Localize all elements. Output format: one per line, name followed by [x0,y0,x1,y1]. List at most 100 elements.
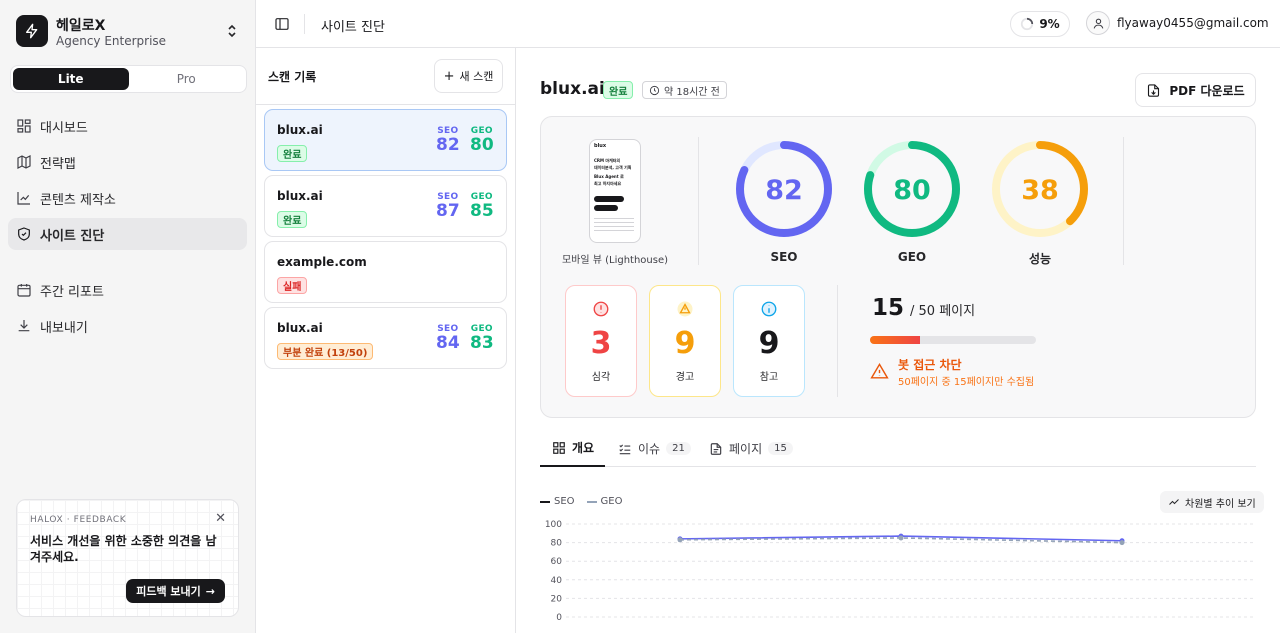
preview-button [594,205,618,211]
sidebar-item-dashboard[interactable]: 대시보드 [8,110,247,142]
seo-score-ring: 82 [736,141,832,237]
tab-overview[interactable]: 개요 [540,430,605,467]
arrow-right-icon: → [205,584,215,598]
shield-icon [18,227,30,241]
pages-progress: 15 / 50 페이지 [872,295,975,321]
divider [304,14,305,34]
sidebar-item-label: 콘텐츠 제작소 [40,192,116,208]
warning-triangle-icon [870,362,889,379]
user-email: flyaway0455@gmail.com [1117,16,1269,30]
info-label: 참고 [759,372,779,383]
sidebar-item-strategy-map[interactable]: 전략맵 [8,146,247,178]
send-feedback-button[interactable]: 피드백 보내기 → [126,579,225,603]
pages-progress-bar [870,336,1036,344]
seo-value: 84 [436,333,460,353]
warning-label: 경고 [675,372,695,383]
critical-issues-card[interactable]: 3 심각 [565,285,637,397]
preview-line: Blux Agent 로 [594,174,624,179]
scan-card[interactable]: blux.ai 부분 완료 (13/50) SEO 84 GEO 83 [264,307,507,369]
grid-icon [553,441,565,454]
legend-swatch-seo [540,500,550,503]
scan-history-title: 스캔 기록 [268,70,317,84]
info-count: 9 [758,326,780,361]
sidebar-item-export[interactable]: 내보내기 [8,310,247,342]
data-point-geo[interactable] [1119,540,1125,546]
scan-card[interactable]: blux.ai 완료 SEO 82 GEO 80 [264,109,507,171]
progress-pill[interactable]: 9% [1010,11,1070,37]
data-point-geo[interactable] [677,537,683,543]
seo-value: 87 [436,201,460,221]
critical-label: 심각 [591,372,611,383]
tab-pages-count: 15 [768,442,793,455]
preview-line: 데이터분석, 고객 기획 [594,165,632,170]
critical-count: 3 [590,326,612,361]
data-point-geo[interactable] [898,535,904,541]
dimension-trend-button[interactable]: 차원별 추이 보기 [1160,491,1264,513]
status-badge: 완료 [277,211,308,228]
preview-line: 최고 하지마세요 [594,181,622,186]
info-issues-card[interactable]: 9 참고 [733,285,805,397]
geo-score: GEO 80 [470,126,494,155]
divider [1123,137,1124,265]
y-tick-label: 40 [551,576,563,586]
y-tick-label: 20 [551,594,563,604]
legend-geo: GEO [600,496,623,507]
scan-card[interactable]: example.com 실패 [264,241,507,303]
geo-value: 83 [470,333,494,353]
mobile-preview[interactable]: blux CRM 마케터의 데이터분석, 고객 기획 Blux Agent 로 … [589,139,641,243]
user-icon [1086,11,1110,35]
summary-panel: blux CRM 마케터의 데이터분석, 고객 기획 Blux Agent 로 … [540,116,1256,418]
warning-issues-card[interactable]: 9 경고 [649,285,721,397]
download-icon [18,320,30,332]
pdf-download-button[interactable]: PDF 다운로드 [1135,73,1256,107]
mode-pro[interactable]: Pro [129,68,245,90]
spinner-icon [1021,17,1034,31]
tab-issues[interactable]: 이슈 21 [618,430,691,467]
sidebar-item-label: 대시보드 [40,120,88,136]
mode-lite[interactable]: Lite [13,68,129,90]
y-tick-label: 0 [556,613,562,623]
sidebar-item-label: 사이트 진단 [40,228,105,244]
bot-block-warning-title: 봇 접근 차단 [898,358,962,372]
tab-pages[interactable]: 페이지 15 [709,430,793,467]
new-scan-label: 새 스캔 [459,70,494,83]
legend-seo: SEO [554,496,575,507]
seo-score-value: 82 [765,175,803,206]
new-scan-button[interactable]: + 새 스캔 [434,59,503,93]
map-icon [17,155,31,169]
feedback-card: HALOX · FEEDBACK ✕ 서비스 개선을 위한 소중한 의견을 남겨… [16,499,239,617]
status-badge: 완료 [277,145,308,162]
calendar-icon [17,284,31,297]
sidebar-toggle-icon[interactable] [274,16,290,32]
brand-plan: Agency Enterprise [56,34,167,48]
page-title: 사이트 진단 [321,20,385,35]
status-badge: 실패 [277,277,308,294]
sidebar-item-site-diagnosis[interactable]: 사이트 진단 [8,218,247,250]
scan-detail: blux.ai 완료 약 18시간 전 PDF 다운로드 blux CRM 마케… [516,48,1280,633]
pages-total: / 50 페이지 [910,304,976,319]
scan-domain: blux.ai [277,321,323,335]
workspace-switcher[interactable]: 헤일로X Agency Enterprise [16,15,248,49]
detail-tabs: 개요 이슈 21 페이지 15 [540,430,1256,467]
close-icon[interactable]: ✕ [215,511,226,526]
score-trend-chart: 100 80 60 40 20 0 [545,520,1256,623]
y-tick-label: 100 [545,520,562,530]
sidebar-item-content-studio[interactable]: 콘텐츠 제작소 [8,182,247,214]
geo-value: 80 [470,135,494,155]
performance-score-value: 38 [1021,175,1059,206]
warning-icon [677,301,693,317]
sidebar-item-weekly-report[interactable]: 주간 리포트 [8,274,247,306]
bolt-icon [16,15,48,47]
user-menu[interactable]: flyaway0455@gmail.com [1086,11,1269,35]
geo-value: 85 [470,201,494,221]
seo-score: SEO 82 [436,126,460,155]
file-download-icon [1148,83,1160,97]
status-badge: 부분 완료 (13/50) [277,343,374,360]
scan-card[interactable]: blux.ai 완료 SEO 87 GEO 85 [264,175,507,237]
geo-score-value: 80 [893,175,931,206]
send-feedback-label: 피드백 보내기 [136,585,201,598]
tab-issues-count: 21 [666,442,691,455]
scan-domain: blux.ai [277,189,323,203]
alert-circle-icon [593,301,609,317]
tab-issues-label: 이슈 [638,442,661,456]
